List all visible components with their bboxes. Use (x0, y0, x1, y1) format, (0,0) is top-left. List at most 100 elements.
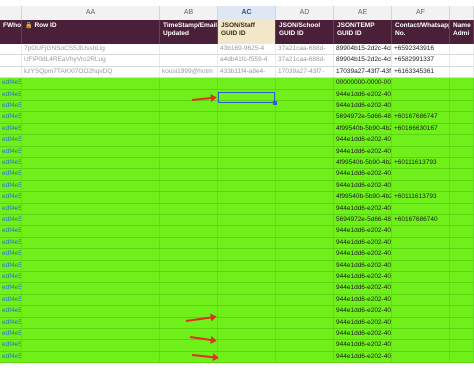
row-id-cell[interactable] (22, 306, 160, 317)
timestamp-cell[interactable] (160, 146, 218, 157)
staff-guid-cell[interactable]: 43b169-9625-4 (218, 44, 276, 55)
row-id-cell[interactable] (22, 112, 160, 123)
admin-cell[interactable] (450, 215, 474, 226)
timestamp-cell[interactable] (160, 180, 218, 192)
table-row[interactable]: edf4e5(4f99540b-5b90-4b2 +60111613793 (0, 158, 474, 170)
contact-cell[interactable] (392, 101, 450, 112)
school-guid-cell[interactable] (276, 294, 334, 306)
row-id-cell[interactable] (22, 101, 160, 112)
row-left[interactable]: edf4e5( (0, 340, 22, 351)
timestamp-cell[interactable] (160, 78, 218, 89)
staff-guid-cell[interactable] (218, 351, 276, 363)
staff-guid-cell[interactable] (218, 226, 276, 237)
table-row[interactable]: edf4e5(4f99540b-5b90-4b2 +60111613793 (0, 192, 474, 204)
temp-guid-cell[interactable]: 944e1dd6-e202-40c5-876f-a2f1b7be9331 (334, 180, 392, 192)
timestamp-cell[interactable] (160, 158, 218, 169)
timestamp-cell[interactable] (160, 203, 218, 214)
admin-cell[interactable] (450, 192, 474, 203)
table-row[interactable]: edf4e5(5694972e-5d66-481 +60167686740 (0, 215, 474, 227)
header-admin[interactable]: Name Admi (450, 20, 474, 44)
school-guid-cell[interactable]: 37a21caa-688d- (276, 44, 334, 55)
admin-cell[interactable] (450, 203, 474, 214)
row-left[interactable]: edf4e5( (0, 294, 22, 306)
temp-guid-cell[interactable]: 944e1dd6-e202-40c5-876f-a2f1b7be9331 (334, 237, 392, 249)
header-staff-guid[interactable]: JSON/Staff GUID ID (218, 20, 276, 44)
temp-guid-cell[interactable]: 17039a27-43f7-43ff (334, 66, 392, 78)
temp-guid-cell[interactable]: 5694972e-5d66-481 (334, 215, 392, 226)
header-left[interactable]: FWho (0, 20, 22, 44)
temp-guid-cell[interactable]: 944e1dd6-e202-40c5-876f-a2f1b7be9331 (334, 272, 392, 283)
row-left[interactable]: edf4e5( (0, 112, 22, 123)
school-guid-cell[interactable] (276, 249, 334, 260)
admin-cell[interactable] (450, 249, 474, 260)
column-letter-aa[interactable]: AA (22, 6, 160, 20)
row-id-cell[interactable] (22, 260, 160, 271)
row-left[interactable]: edf4e5( (0, 169, 22, 180)
row-left[interactable]: edf4e5( (0, 237, 22, 249)
row-left[interactable]: edf4e5( (0, 249, 22, 260)
temp-guid-cell[interactable]: 89904b15-2d2c-4cb (334, 44, 392, 55)
admin-cell[interactable] (450, 78, 474, 89)
staff-guid-cell[interactable] (218, 112, 276, 123)
staff-guid-cell[interactable] (218, 272, 276, 283)
temp-guid-cell[interactable]: 5694972e-5d66-481 (334, 112, 392, 123)
contact-cell[interactable] (392, 329, 450, 340)
table-row[interactable]: edf4e5( 944e1dd6-e202-40c5-876f-a2f1b7be9… (0, 294, 474, 307)
row-left[interactable]: edf4e5( (0, 317, 22, 328)
contact-cell[interactable] (392, 146, 450, 157)
temp-guid-cell[interactable]: 944e1dd6-e202-40c5-876f-a2f1b7be9331 (334, 249, 392, 260)
header-row-id[interactable]: 🔒 Row ID (22, 20, 160, 44)
school-guid-cell[interactable] (276, 78, 334, 89)
admin-cell[interactable] (450, 294, 474, 306)
row-left[interactable]: edf4e5( (0, 101, 22, 112)
contact-cell[interactable] (392, 135, 450, 146)
column-letter-ag[interactable] (450, 6, 474, 20)
temp-guid-cell[interactable]: 944e1dd6-e202-40c5-876f-a2f1b7be9331 (334, 306, 392, 317)
timestamp-cell[interactable] (160, 294, 218, 306)
school-guid-cell[interactable] (276, 329, 334, 340)
column-letter-ab[interactable]: AB (160, 6, 218, 20)
row-left[interactable]: edf4e5( (0, 260, 22, 271)
temp-guid-cell[interactable]: 944e1dd6-e202-40c5-876f-a2f1b7be9331 (334, 283, 392, 294)
temp-guid-cell[interactable]: 944e1dd6-e202-40c5-876f-a2f1b7be9331 (334, 340, 392, 351)
row-left[interactable]: edf4e5( (0, 203, 22, 214)
admin-cell[interactable] (450, 44, 474, 55)
school-guid-cell[interactable] (276, 146, 334, 157)
row-id-cell[interactable] (22, 146, 160, 157)
contact-cell[interactable] (392, 237, 450, 249)
school-guid-cell[interactable] (276, 317, 334, 328)
school-guid-cell[interactable] (276, 180, 334, 192)
contact-cell[interactable] (392, 340, 450, 351)
contact-cell[interactable]: +6592343916 (392, 44, 450, 55)
timestamp-cell[interactable] (160, 101, 218, 112)
table-row[interactable]: edf4e5(944e1dd6-e202-40c5-876f-a2f1b7be9… (0, 351, 474, 364)
timestamp-cell[interactable] (160, 272, 218, 283)
row-left[interactable]: edf4e5( (0, 135, 22, 146)
school-guid-cell[interactable] (276, 112, 334, 123)
admin-cell[interactable] (450, 123, 474, 135)
staff-guid-cell[interactable] (218, 329, 276, 340)
row-left[interactable]: edf4e5( (0, 351, 22, 363)
table-row[interactable]: edf4e5(944e1dd6-e202-40c5-876f-a2f1b7be9… (0, 260, 474, 272)
row-id-cell[interactable] (22, 340, 160, 351)
contact-cell[interactable] (392, 226, 450, 237)
admin-cell[interactable] (450, 317, 474, 328)
header-contact[interactable]: Contact/Whatsapp No. (392, 20, 450, 44)
table-row[interactable]: edf4e5(944e1dd6-e202-40c5-876f-a2f1b7be9… (0, 306, 474, 318)
school-guid-cell[interactable] (276, 203, 334, 214)
contact-cell[interactable]: +6163345361 (392, 66, 450, 78)
school-guid-cell[interactable] (276, 169, 334, 180)
staff-guid-cell[interactable] (218, 283, 276, 294)
row-left[interactable]: edf4e5( (0, 283, 22, 294)
row-id-cell[interactable] (22, 123, 160, 135)
admin-cell[interactable] (450, 146, 474, 157)
contact-cell[interactable] (392, 180, 450, 192)
row-id-cell[interactable] (22, 351, 160, 363)
table-row[interactable]: edf4e5(00000000-0000-0000-0000-000000000… (0, 78, 474, 90)
contact-cell[interactable]: +6582991337 (392, 55, 450, 66)
school-guid-cell[interactable] (276, 283, 334, 294)
row-id-cell[interactable] (22, 192, 160, 203)
school-guid-cell[interactable] (276, 340, 334, 351)
school-guid-cell[interactable] (276, 135, 334, 146)
temp-guid-cell[interactable]: 944e1dd6-e202-40c5-876f-a2f1b7be9331 (334, 294, 392, 306)
